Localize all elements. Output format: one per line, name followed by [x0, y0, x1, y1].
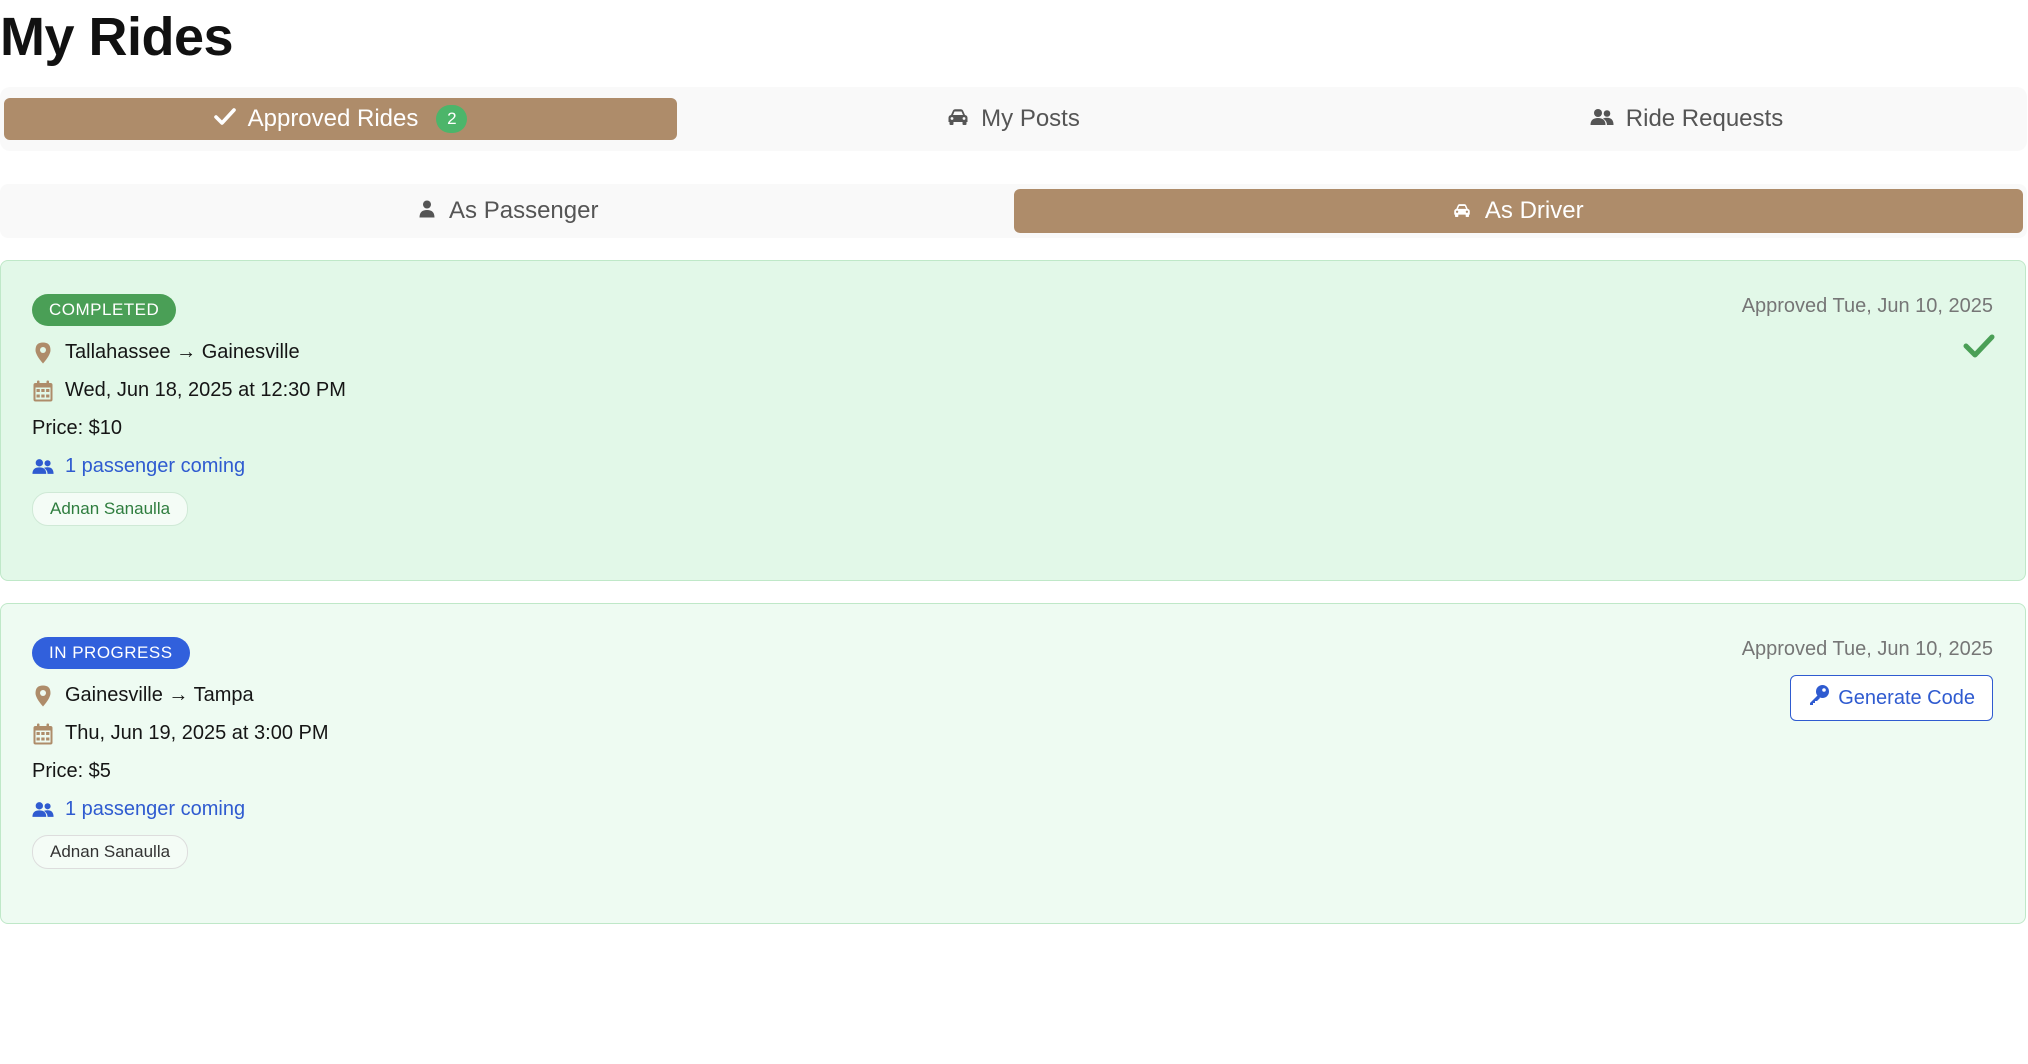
tab-label: Ride Requests [1625, 105, 1784, 132]
passengers-text: 1 passenger coming [65, 798, 246, 820]
ride-price: Price: $10 [32, 417, 122, 440]
route-text: Gainesville → Tampa [65, 684, 254, 706]
passengers-text: 1 passenger coming [65, 455, 246, 477]
tab-label: Approved Rides [247, 105, 419, 132]
key-icon [1808, 684, 1830, 712]
ride-route: Tallahassee → Gainesville [32, 341, 300, 364]
calendar-icon [32, 380, 54, 402]
tab-label: My Posts [981, 105, 1080, 132]
calendar-icon [32, 723, 54, 745]
sub-tabs: As Passenger As Driver [0, 184, 2027, 238]
passenger-chip: Adnan Sanaulla [32, 835, 189, 869]
car-icon [1453, 197, 1471, 225]
price-text: Price: $5 [32, 760, 111, 782]
passengers-link[interactable]: 1 passenger coming [32, 455, 245, 478]
tab-ride-requests[interactable]: Ride Requests [1350, 98, 2023, 140]
generate-code-button[interactable]: Generate Code [1790, 675, 1993, 721]
status-badge: COMPLETED [32, 294, 177, 326]
generate-code-label: Generate Code [1838, 686, 1975, 709]
tab-my-posts[interactable]: My Posts [677, 98, 1350, 140]
approved-date: Approved Tue, Jun 10, 2025 [1741, 638, 1993, 660]
passengers-link[interactable]: 1 passenger coming [32, 798, 245, 821]
ride-datetime: Thu, Jun 19, 2025 at 3:00 PM [32, 722, 329, 745]
tab-as-passenger[interactable]: As Passenger [4, 189, 1014, 233]
car-icon [947, 105, 969, 133]
passenger-chip: Adnan Sanaulla [32, 492, 189, 526]
ride-route: Gainesville → Tampa [32, 684, 254, 707]
route-text: Tallahassee → Gainesville [65, 341, 300, 363]
status-badge: IN PROGRESS [32, 637, 190, 669]
approved-date: Approved Tue, Jun 10, 2025 [1741, 295, 1993, 317]
tab-approved-rides[interactable]: Approved Rides 2 [4, 98, 677, 140]
ride-datetime: Wed, Jun 18, 2025 at 12:30 PM [32, 379, 346, 402]
tab-label: As Driver [1484, 197, 1584, 224]
users-icon [32, 799, 54, 821]
check-icon [1963, 333, 1995, 359]
users-icon [32, 456, 54, 478]
ride-card: IN PROGRESS Gainesville → Tampa Thu, Jun… [0, 603, 2026, 924]
map-marker-icon [32, 685, 54, 707]
datetime-text: Thu, Jun 19, 2025 at 3:00 PM [65, 722, 329, 744]
page-title: My Rides [0, 7, 234, 67]
check-icon [213, 105, 236, 133]
datetime-text: Wed, Jun 18, 2025 at 12:30 PM [65, 379, 346, 401]
users-icon [1590, 105, 1614, 133]
count-badge: 2 [436, 105, 468, 133]
ride-card: COMPLETED Tallahassee → Gainesville Wed,… [0, 260, 2026, 581]
main-tabs: Approved Rides 2 My Posts Ride Requests [0, 87, 2027, 151]
tab-label: As Passenger [449, 197, 599, 224]
map-marker-icon [32, 342, 54, 364]
user-icon [419, 197, 435, 225]
ride-price: Price: $5 [32, 760, 111, 783]
tab-as-driver[interactable]: As Driver [1013, 189, 2023, 233]
price-text: Price: $10 [32, 417, 123, 439]
